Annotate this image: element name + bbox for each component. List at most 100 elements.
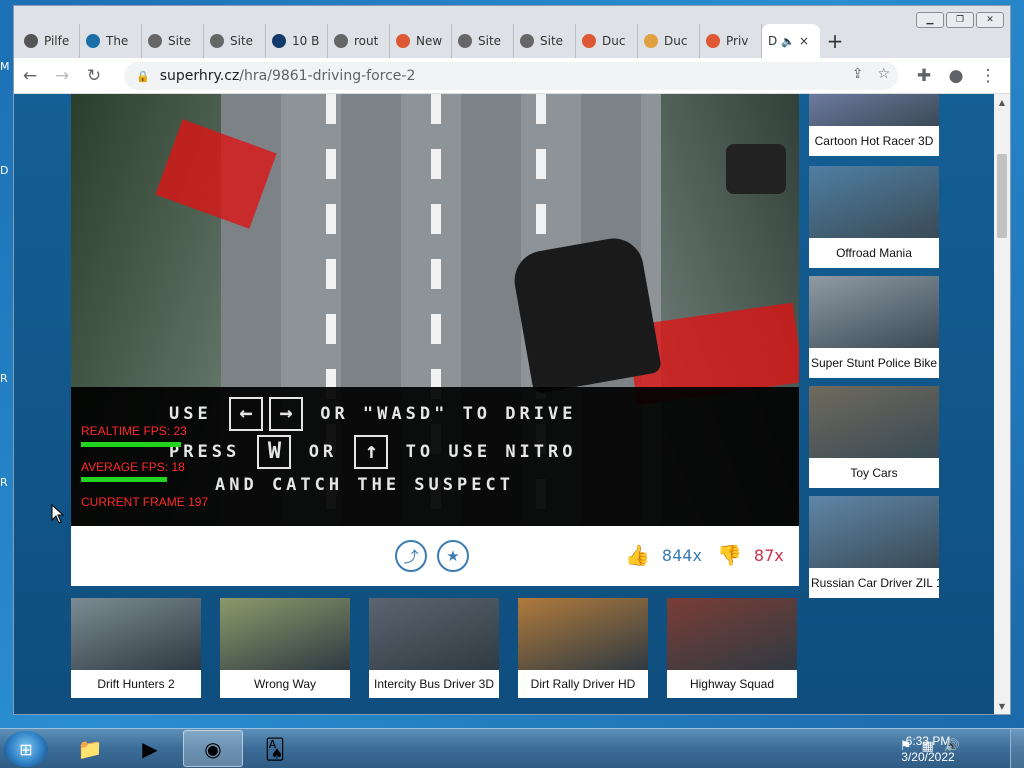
side-game-card[interactable]: Russian Car Driver ZIL 1...	[809, 496, 939, 598]
clock[interactable]: 6:33 PM 3/20/2022	[888, 733, 968, 765]
side-game-label: Super Stunt Police Bike ...	[811, 356, 939, 370]
browser-tab[interactable]: Site	[204, 24, 266, 58]
tab-label: D	[768, 34, 778, 48]
tab-label: Duc	[664, 34, 688, 48]
bottom-game-label: Dirt Rally Driver HD	[530, 677, 636, 691]
close-window-button[interactable]: ✕	[976, 12, 1004, 28]
taskbar-solitaire[interactable]: 🂡	[245, 730, 305, 767]
globe-icon	[458, 34, 472, 48]
scrollbar-thumb[interactable]	[997, 154, 1007, 238]
browser-tab-active[interactable]: D 🔈 ×	[762, 24, 820, 58]
instruction-text: OR "WASD" TO DRIVE	[320, 404, 577, 424]
distant-car	[726, 144, 786, 194]
browser-tab[interactable]: The	[80, 24, 142, 58]
maximize-button[interactable]: ❐	[946, 12, 974, 28]
rainbow-icon	[644, 34, 658, 48]
reload-button[interactable]: ↻	[78, 60, 110, 92]
menu-button[interactable]: ⋮	[972, 60, 1004, 92]
speaker-icon[interactable]: 🔈	[781, 35, 795, 48]
browser-tab[interactable]: Pilfe	[18, 24, 80, 58]
realtime-fps: REALTIME FPS: 23	[81, 424, 187, 438]
clock-time: 6:33 PM	[905, 734, 951, 748]
reload-icon: ↻	[86, 65, 102, 86]
right-arrow-key-icon: →	[268, 397, 303, 431]
roblox-icon	[24, 34, 38, 48]
realtime-fps-bar	[81, 442, 181, 447]
like-button[interactable]: 👍 844x	[625, 543, 702, 567]
instructions-overlay: USE ← → OR "WASD" TO DRIVE PRESS W OR ↑ T…	[71, 387, 799, 526]
page-scrollbar[interactable]: ▲ ▼	[994, 94, 1010, 714]
arrow-left-icon: ←	[22, 65, 38, 86]
close-tab-icon[interactable]: ×	[799, 34, 809, 48]
side-game-card[interactable]: Super Stunt Police Bike ...	[809, 276, 939, 378]
browser-tab[interactable]: rout	[328, 24, 390, 58]
tab-label: New	[416, 34, 443, 48]
browser-tab[interactable]: Duc	[638, 24, 700, 58]
bottom-game-card[interactable]: Highway Squad	[667, 598, 797, 698]
dislike-button[interactable]: 👎 87x	[717, 543, 784, 567]
side-game-card[interactable]: Offroad Mania	[809, 166, 939, 268]
share-button[interactable]: ⤴	[395, 540, 427, 572]
browser-tab[interactable]: Site	[452, 24, 514, 58]
url-path: /hra/9861-driving-force-2	[239, 68, 416, 84]
average-fps-bar	[81, 477, 167, 482]
game-thumbnail	[369, 598, 499, 670]
scroll-down-icon[interactable]: ▼	[994, 698, 1010, 714]
thumbs-down-icon: 👎	[717, 543, 742, 567]
duckduckgo-icon	[582, 34, 596, 48]
taskbar-media-player[interactable]: ▶	[120, 730, 180, 767]
taskbar-explorer[interactable]: 📁	[60, 730, 120, 767]
browser-tab[interactable]: 10 B	[266, 24, 328, 58]
taskbar: ⊞ 📁 ▶ ◉ 🂡 ⚑ ▦ 🔊 6:33 PM 3/20/2022	[0, 728, 1024, 768]
instruction-line-2: PRESS W OR ↑ TO USE NITRO	[169, 435, 577, 469]
tab-label: The	[106, 34, 129, 48]
bottom-game-card[interactable]: Drift Hunters 2	[71, 598, 201, 698]
bottom-game-card[interactable]: Intercity Bus Driver 3D	[369, 598, 499, 698]
globe-icon	[210, 34, 224, 48]
bottom-game-card[interactable]: Wrong Way	[220, 598, 350, 698]
desktop-icon-label: M	[0, 60, 10, 73]
share-icon[interactable]: ⇪	[852, 66, 864, 82]
tab-label: Site	[168, 34, 192, 48]
desktop-icon-label: R	[0, 476, 8, 489]
forward-button[interactable]: →	[46, 60, 78, 92]
game-thumbnail	[809, 276, 939, 348]
tab-strip: Pilfe The Site Site 10 B rout New Site Site Duc Du…	[18, 24, 850, 58]
bottom-game-card[interactable]: Dirt Rally Driver HD	[518, 598, 648, 698]
browser-tab[interactable]: Site	[142, 24, 204, 58]
browser-tab[interactable]: Duc	[576, 24, 638, 58]
game-canvas[interactable]: USE ← → OR "WASD" TO DRIVE PRESS W OR ↑ T…	[71, 94, 799, 526]
instruction-line-3: AND CATCH THE SUSPECT	[215, 475, 514, 495]
bookmark-star-icon[interactable]: ☆	[877, 66, 890, 82]
new-tab-button[interactable]: +	[820, 24, 850, 58]
desktop-icon-label: D	[0, 164, 9, 177]
favorite-button[interactable]: ★	[437, 540, 469, 572]
taskbar-chrome[interactable]: ◉	[183, 730, 243, 767]
globe-icon	[520, 34, 534, 48]
side-game-card[interactable]: Cartoon Hot Racer 3D	[809, 94, 939, 156]
start-button[interactable]: ⊞	[4, 731, 48, 767]
cards-icon: 🂡	[264, 736, 286, 761]
scroll-up-icon[interactable]: ▲	[994, 94, 1010, 110]
w-key-icon: W	[257, 435, 292, 469]
minimize-button[interactable]: ▁	[916, 12, 944, 28]
bottom-game-label: Drift Hunters 2	[97, 677, 175, 691]
side-game-card[interactable]: Toy Cars	[809, 386, 939, 488]
browser-tab[interactable]: Priv	[700, 24, 762, 58]
media-player-icon: ▶	[142, 736, 158, 761]
game-thumbnail	[809, 94, 939, 126]
browser-tab[interactable]: New	[390, 24, 452, 58]
extensions-button[interactable]: ✚	[908, 60, 940, 92]
instruction-text: USE	[169, 404, 212, 424]
average-fps: AVERAGE FPS: 18	[81, 460, 185, 474]
profile-button[interactable]: ●	[940, 60, 972, 92]
side-game-label: Cartoon Hot Racer 3D	[814, 134, 934, 148]
kebab-menu-icon: ⋮	[979, 66, 997, 86]
browser-tab[interactable]: Site	[514, 24, 576, 58]
side-game-label: Toy Cars	[850, 466, 898, 480]
game-thumbnail	[809, 166, 939, 238]
like-count: 844x	[661, 545, 702, 565]
back-button[interactable]: ←	[14, 60, 46, 92]
show-desktop-button[interactable]	[1010, 729, 1024, 768]
address-bar[interactable]: 🔒 superhry.cz/hra/9861-driving-force-2 ⇪…	[124, 62, 898, 90]
